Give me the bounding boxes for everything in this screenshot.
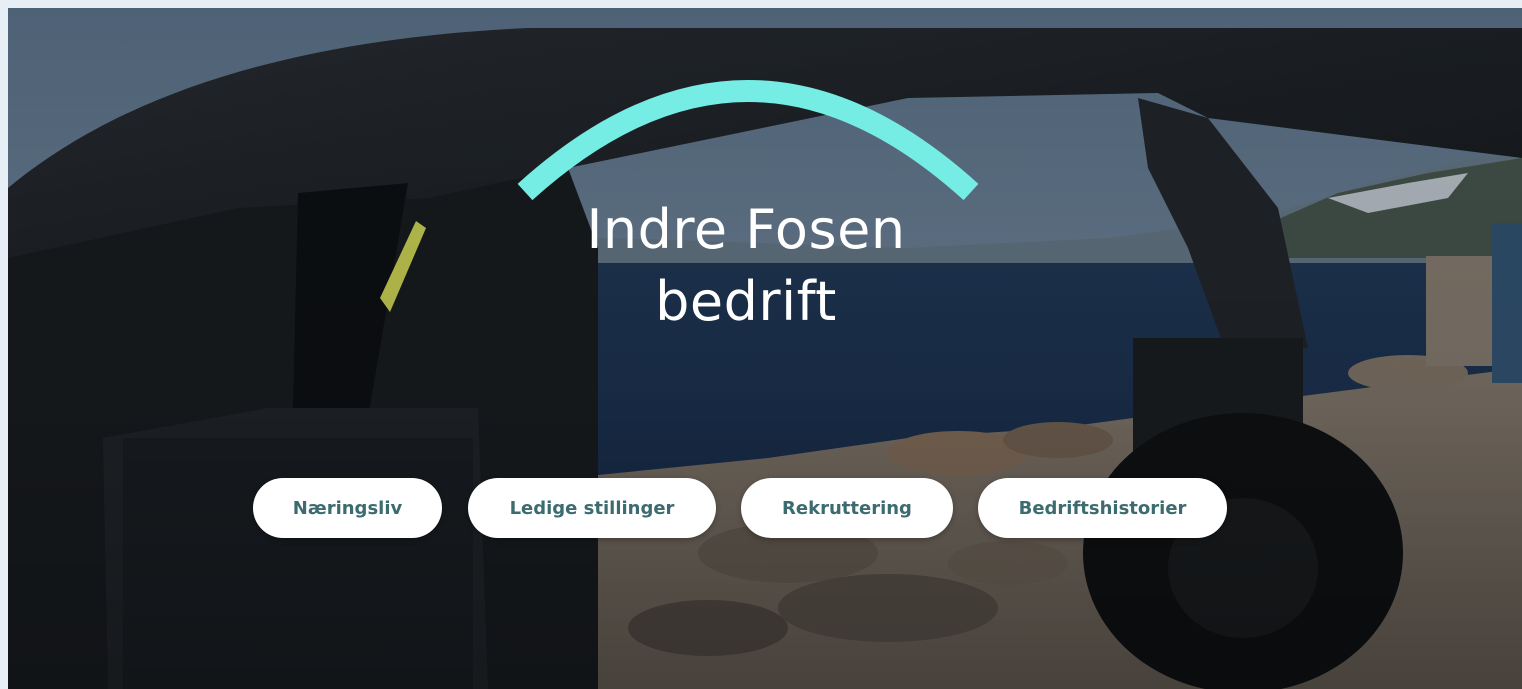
nav-button-rekruttering[interactable]: Rekruttering <box>741 478 953 538</box>
nav-button-bedriftshistorier[interactable]: Bedriftshistorier <box>978 478 1227 538</box>
nav-button-ledige-stillinger[interactable]: Ledige stillinger <box>468 478 716 538</box>
nav-button-naeringsliv[interactable]: Næringsliv <box>253 478 442 538</box>
hero-banner: Indre Fosen bedrift Næringsliv Ledige st… <box>8 8 1522 689</box>
page-title-line-2: bedrift <box>655 270 837 333</box>
decorative-arc-icon <box>517 80 979 201</box>
page-title: Indre Fosen bedrift <box>8 194 1484 338</box>
page-title-line-1: Indre Fosen <box>586 198 906 261</box>
hero-nav: Næringsliv Ledige stillinger Rekrutterin… <box>8 478 1522 538</box>
